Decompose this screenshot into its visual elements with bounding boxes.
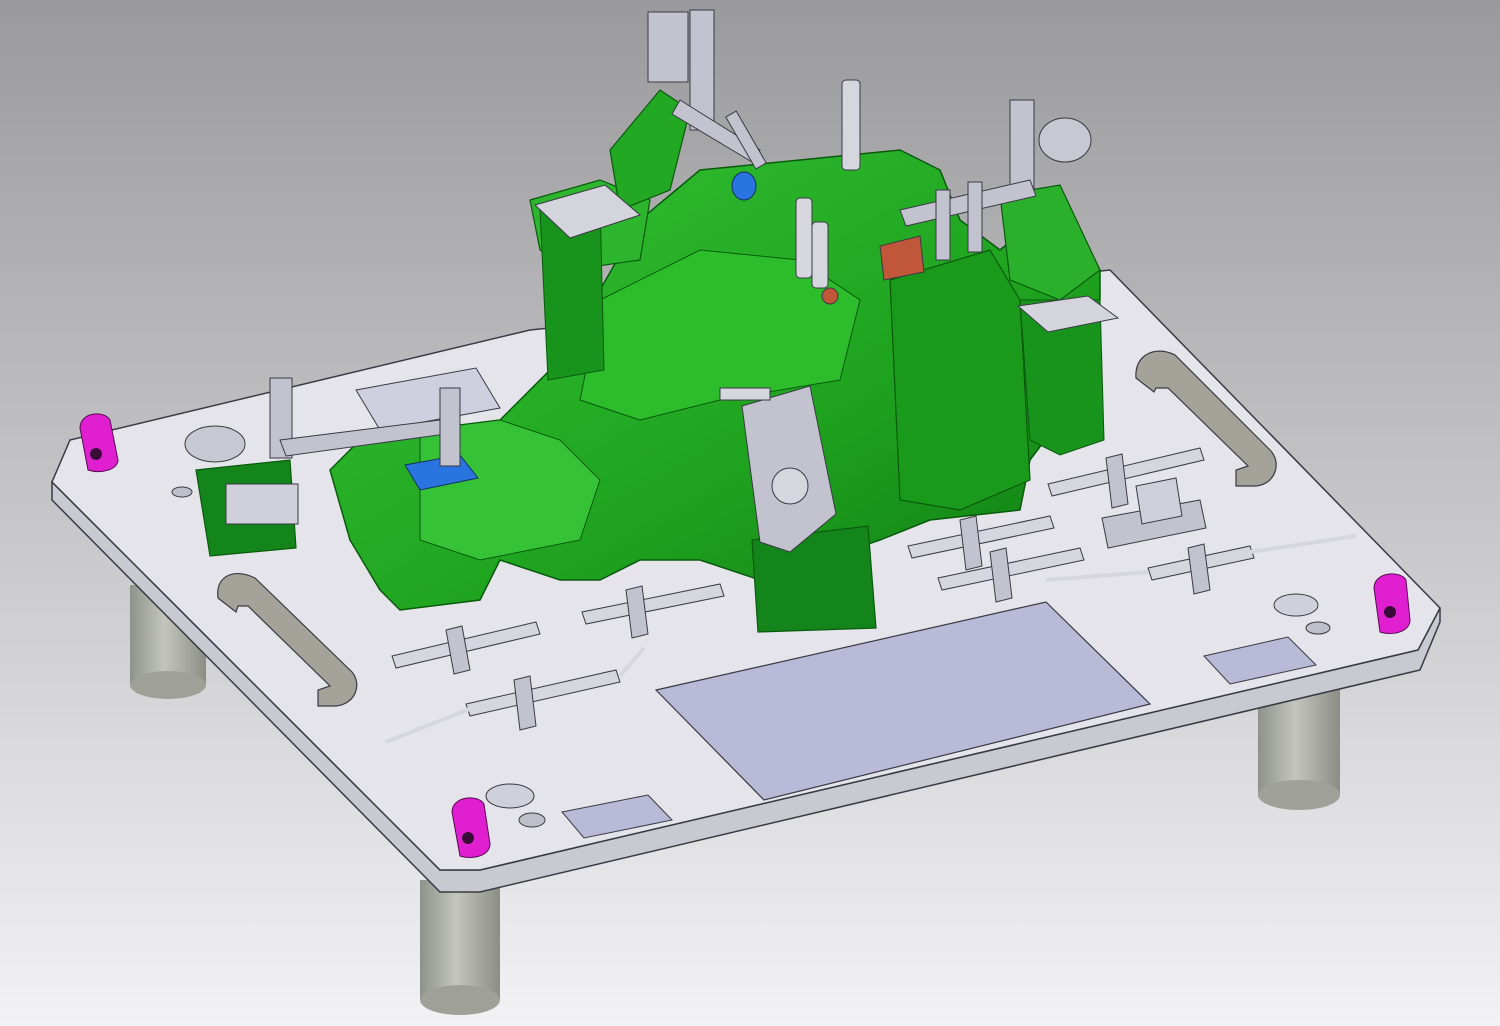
blue-clamp-tip xyxy=(731,171,757,201)
magenta-locator-icon xyxy=(1373,573,1411,634)
cad-model-render xyxy=(0,0,1500,1026)
support-leg-icon xyxy=(420,880,500,1015)
cad-viewport[interactable] xyxy=(0,0,1500,1026)
